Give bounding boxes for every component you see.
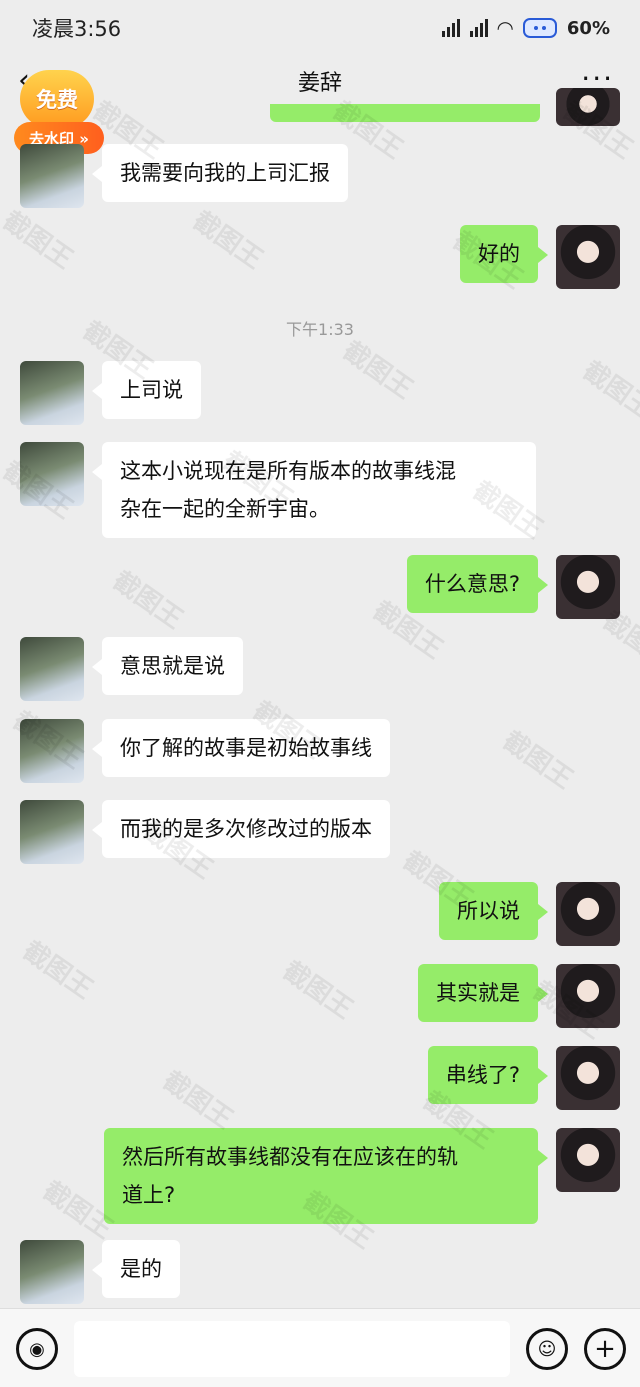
avatar[interactable]: [20, 144, 84, 208]
message-bubble[interactable]: 上司说: [92, 361, 201, 419]
avatar[interactable]: [556, 1046, 620, 1110]
plus-icon[interactable]: +: [584, 1328, 626, 1370]
chat-title: 姜辞: [297, 71, 342, 96]
message-input[interactable]: [74, 1321, 510, 1377]
message-line: 道上?: [122, 1183, 176, 1207]
watermark: 截图王: [577, 355, 640, 426]
avatar[interactable]: [20, 719, 84, 783]
message-bubble[interactable]: 其实就是: [418, 964, 548, 1022]
message-bubble[interactable]: 是的: [92, 1240, 180, 1298]
message-bubble[interactable]: 你了解的故事是初始故事线: [92, 719, 390, 777]
watermark: 截图王: [277, 955, 359, 1026]
signal-icon: [441, 19, 460, 37]
avatar[interactable]: [556, 555, 620, 619]
message-bubble[interactable]: 好的: [460, 225, 548, 283]
message-bubble[interactable]: 意思就是说: [92, 637, 243, 695]
watermark: 截图王: [497, 725, 579, 796]
avatar[interactable]: [20, 637, 84, 701]
wifi-icon: ◠: [497, 16, 513, 40]
avatar[interactable]: [556, 88, 620, 126]
battery-level: 60%: [566, 17, 610, 39]
message-bubble[interactable]: 然后所有故事线都没有在应该在的轨 道上?: [104, 1128, 548, 1224]
message-line: 然后所有故事线都没有在应该在的轨: [122, 1145, 458, 1169]
free-badge-label: 免费: [20, 70, 94, 128]
avatar[interactable]: [556, 1128, 620, 1192]
message-bubble[interactable]: 我需要向我的上司汇报: [92, 144, 348, 202]
previous-message-bubble: [270, 104, 540, 122]
emoji-icon[interactable]: ☺: [526, 1328, 568, 1370]
avatar[interactable]: [556, 225, 620, 289]
status-time: 凌晨3:56: [32, 17, 122, 41]
watermark: 截图王: [337, 335, 419, 406]
status-icons: ◠ 60%: [441, 16, 610, 40]
avatar[interactable]: [20, 361, 84, 425]
message-bubble[interactable]: 所以说: [439, 882, 548, 940]
message-bubble[interactable]: 这本小说现在是所有版本的故事线混 杂在一起的全新宇宙。: [92, 442, 536, 538]
signal-icon-2: [469, 19, 488, 37]
message-bubble[interactable]: 而我的是多次修改过的版本: [92, 800, 390, 858]
avatar[interactable]: [556, 882, 620, 946]
voice-icon[interactable]: ◉: [16, 1328, 58, 1370]
avatar[interactable]: [20, 800, 84, 864]
message-bubble[interactable]: 什么意思?: [406, 555, 549, 613]
watermark: 截图王: [107, 565, 189, 636]
message-line: 这本小说现在是所有版本的故事线混: [120, 459, 456, 483]
watermark: 截图王: [157, 1065, 239, 1136]
watermark: 截图王: [0, 205, 79, 276]
avatar[interactable]: [20, 1240, 84, 1304]
input-bar: ◉ ☺ +: [0, 1308, 640, 1387]
status-bar: 凌晨3:56 ◠ 60%: [0, 0, 640, 56]
battery-icon: [522, 18, 557, 38]
watermark: 截图王: [17, 935, 99, 1006]
message-line: 杂在一起的全新宇宙。: [120, 497, 330, 521]
watermark: 截图王: [187, 205, 269, 276]
message-bubble[interactable]: 串线了?: [427, 1046, 549, 1104]
timestamp-label: 下午1:33: [286, 320, 354, 339]
avatar[interactable]: [556, 964, 620, 1028]
avatar[interactable]: [20, 442, 84, 506]
